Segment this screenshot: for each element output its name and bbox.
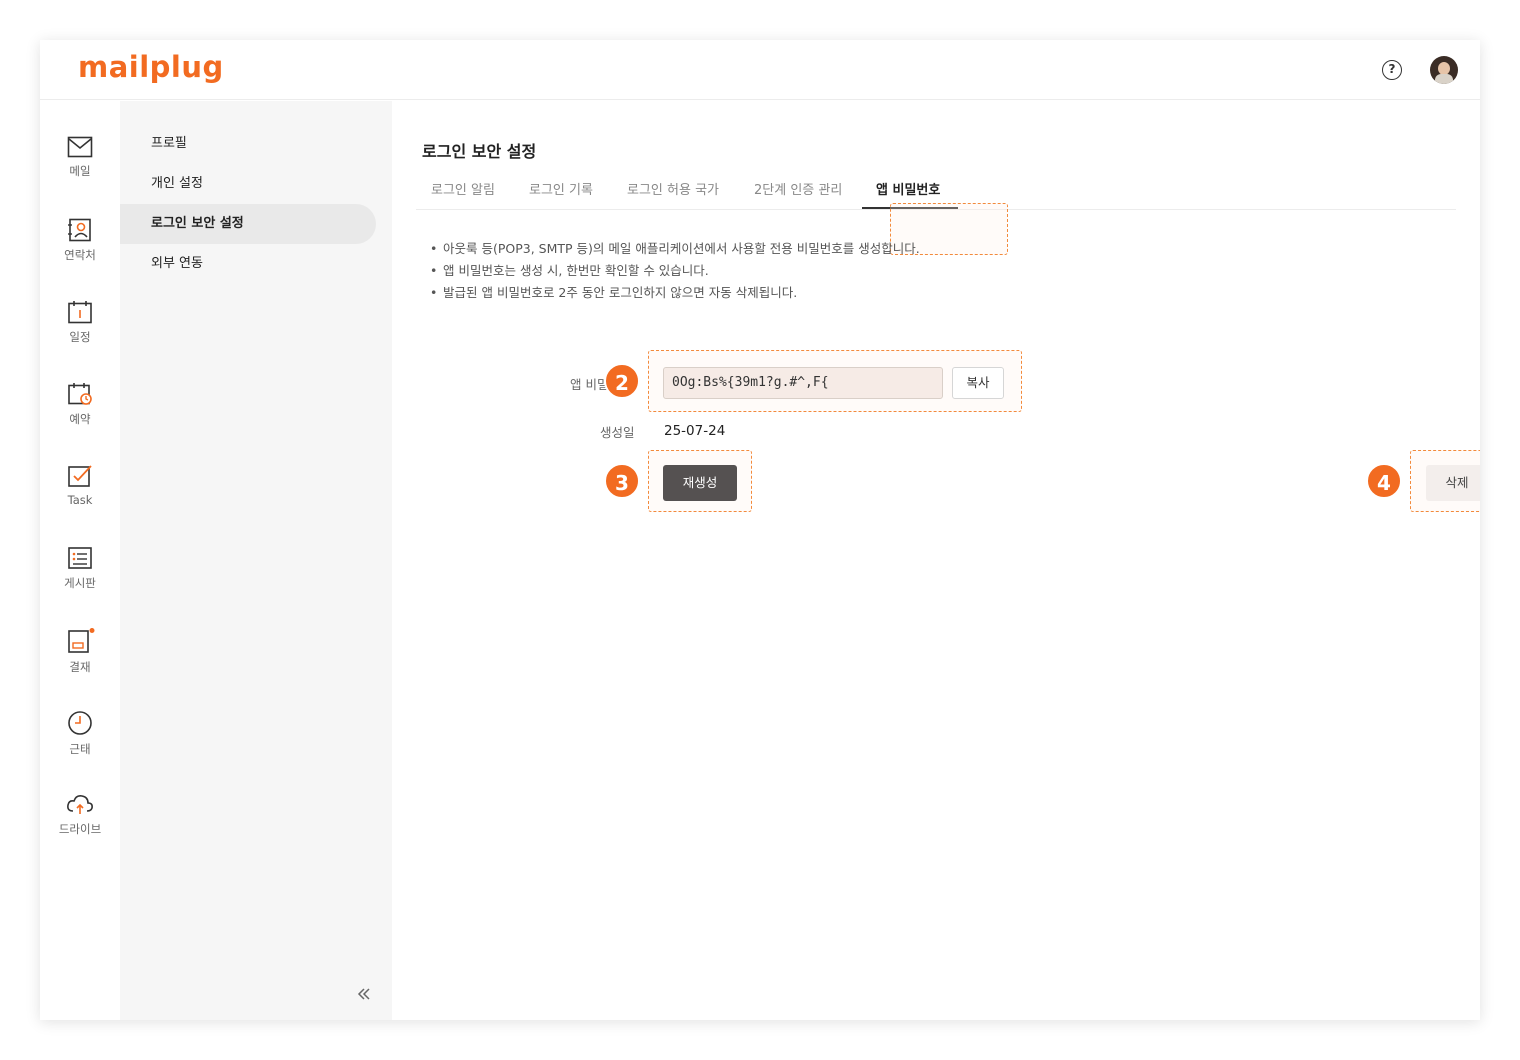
rail-item-task[interactable]: Task (40, 464, 120, 534)
rail-item-label: 일정 (69, 330, 91, 344)
approval-icon (68, 628, 95, 653)
created-date-value: 25-07-24 (664, 423, 726, 439)
subnav-item-personal-settings[interactable]: 개인 설정 (120, 164, 376, 204)
page-title: 로그인 보안 설정 (422, 142, 537, 161)
mail-icon (67, 136, 93, 158)
logo[interactable]: mailplug (78, 50, 224, 84)
contacts-icon (68, 218, 91, 242)
avatar-body (1435, 74, 1453, 84)
rail-item-label: 연락처 (64, 248, 96, 262)
reservation-icon (68, 383, 92, 405)
help-icon[interactable]: ? (1382, 60, 1402, 80)
attendance-icon (68, 711, 92, 735)
tab-login-alerts[interactable]: 로그인 알림 (431, 179, 495, 198)
rail-item-label: 게시판 (64, 576, 96, 590)
app-password-field[interactable]: 0Og:Bs%{39m1?g.#^,F{ (663, 367, 943, 399)
step-badge-4: 4 (1366, 463, 1402, 499)
top-header: mailplug ? (40, 40, 1480, 100)
rail-item-attendance[interactable]: 근태 (40, 710, 120, 780)
copy-button[interactable]: 복사 (952, 367, 1004, 399)
password-label: 앱 비밀 (570, 377, 609, 392)
settings-subnav: 프로필 개인 설정 로그인 보안 설정 외부 연동 (120, 101, 392, 1020)
rail-item-label: 메일 (69, 164, 91, 178)
main-content: 로그인 보안 설정 로그인 알림 로그인 기록 로그인 허용 국가 2단계 인증… (392, 101, 1480, 1020)
collapse-sidebar-icon[interactable] (356, 986, 372, 1002)
step-badge-3: 3 (604, 463, 640, 499)
rail-item-board[interactable]: 게시판 (40, 546, 120, 616)
info-item: 발급된 앱 비밀번호로 2주 동안 로그인하지 않으면 자동 삭제됩니다. (430, 282, 920, 304)
rail-item-approval[interactable]: 결재 (40, 628, 120, 698)
app-window: mailplug ? 메일 연락처 일정 예약 Task 게시판 결재 근태 드… (40, 40, 1480, 1020)
rail-item-contacts[interactable]: 연락처 (40, 218, 120, 288)
subnav-item-profile[interactable]: 프로필 (120, 124, 376, 164)
tab-login-history[interactable]: 로그인 기록 (529, 179, 593, 198)
rail-item-reservation[interactable]: 예약 (40, 382, 120, 452)
info-item: 아웃룩 등(POP3, SMTP 등)의 메일 애플리케이션에서 사용할 전용 … (430, 238, 920, 260)
board-icon (68, 547, 92, 569)
info-list: 아웃룩 등(POP3, SMTP 등)의 메일 애플리케이션에서 사용할 전용 … (430, 238, 920, 304)
rail-item-label: 드라이브 (58, 822, 102, 836)
rail-item-drive[interactable]: 드라이브 (40, 792, 120, 862)
calendar-icon (68, 301, 92, 324)
tab-app-password[interactable]: 앱 비밀번호 (876, 179, 940, 198)
rail-item-label: 근태 (69, 742, 91, 756)
regenerate-button[interactable]: 재생성 (663, 465, 737, 501)
app-rail: 메일 연락처 일정 예약 Task 게시판 결재 근태 드라이브 (40, 101, 120, 1020)
task-icon (68, 465, 92, 487)
tab-allowed-countries[interactable]: 로그인 허용 국가 (627, 179, 719, 198)
step-badge-2: 2 (604, 363, 640, 399)
rail-item-label: Task (67, 493, 93, 507)
tab-two-factor[interactable]: 2단계 인증 관리 (754, 179, 842, 198)
subnav-item-external-integration[interactable]: 외부 연동 (120, 244, 376, 284)
created-date-label: 생성일 (600, 425, 635, 440)
info-item: 앱 비밀번호는 생성 시, 한번만 확인할 수 있습니다. (430, 260, 920, 282)
rail-item-mail[interactable]: 메일 (40, 136, 120, 206)
drive-icon (67, 795, 93, 814)
rail-item-calendar[interactable]: 일정 (40, 300, 120, 370)
delete-button[interactable]: 삭제 (1426, 465, 1480, 501)
rail-item-label: 예약 (69, 412, 91, 426)
avatar[interactable] (1430, 56, 1458, 84)
rail-item-label: 결재 (69, 660, 91, 674)
subnav-item-login-security[interactable]: 로그인 보안 설정 (120, 204, 376, 244)
